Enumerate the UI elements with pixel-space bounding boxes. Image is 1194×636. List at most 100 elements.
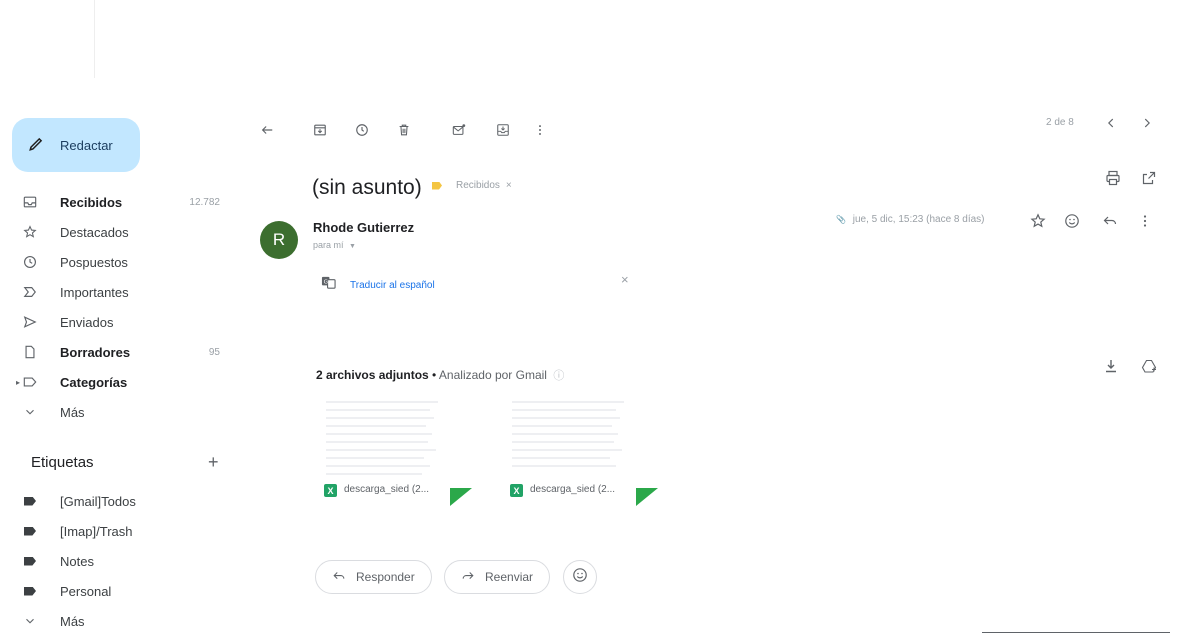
divider [982, 632, 1170, 633]
sidebar-item-label: Importantes [60, 284, 129, 300]
info-icon[interactable]: ⓘ [553, 370, 564, 382]
sender-name: Rhode Gutierrez [313, 220, 415, 235]
attachments-header: 2 archivos adjuntos • Analizado por Gmai… [316, 367, 564, 383]
pager-text: 2 de 8 [1046, 117, 1074, 128]
emoji-reaction-icon[interactable] [1063, 212, 1081, 230]
star-icon[interactable] [1029, 212, 1047, 230]
star-icon [22, 224, 38, 240]
label-chip-text: Recibidos [456, 180, 500, 191]
clock-icon [22, 254, 38, 270]
archive-icon[interactable] [311, 121, 329, 139]
spreadsheet-thumbnail [326, 401, 438, 475]
important-icon [22, 284, 38, 300]
compose-button[interactable]: Redactar [12, 118, 140, 172]
snooze-icon[interactable] [353, 121, 371, 139]
sheets-corner-icon [636, 488, 658, 506]
mark-unread-icon[interactable] [450, 121, 468, 139]
chevron-left-icon[interactable] [1102, 114, 1120, 132]
reply-icon [332, 569, 346, 586]
move-to-icon[interactable] [494, 121, 512, 139]
spreadsheet-thumbnail [512, 401, 624, 467]
label-important-icon [432, 181, 442, 190]
label-name: [Imap]/Trash [60, 523, 133, 539]
label-tag-icon [22, 523, 38, 539]
label-name: [Gmail]Todos [60, 493, 136, 509]
attachment-card[interactable]: X descarga_sied (2... [318, 396, 472, 506]
chevron-down-icon [22, 404, 38, 420]
recipient-text: para mí [313, 240, 344, 250]
add-to-drive-icon[interactable] [1140, 357, 1158, 375]
excel-file-icon: X [510, 484, 523, 497]
label-tag-icon [22, 583, 38, 599]
label-outline-icon [22, 374, 38, 390]
attachments-separator: • [428, 368, 439, 382]
attachment-clip-icon: 📎 [836, 215, 846, 224]
label-tag-icon [22, 553, 38, 569]
attachments-scan-text: Analizado por Gmail [438, 368, 547, 382]
translate-link[interactable]: Traducir al español [350, 280, 435, 291]
back-arrow-icon[interactable] [258, 121, 276, 139]
label-item-gmail-todos[interactable]: [Gmail]Todos [22, 489, 232, 513]
chevron-right-icon[interactable] [1138, 114, 1156, 132]
sidebar-item-label: Borradores [60, 344, 131, 360]
expand-arrow-icon[interactable]: ▸ [16, 378, 20, 387]
excel-file-icon: X [324, 484, 337, 497]
recipient-dropdown[interactable]: para mí ▼ [313, 240, 356, 250]
svg-text:G: G [324, 279, 328, 285]
add-label-button[interactable]: + [208, 452, 219, 473]
reply-button[interactable]: Responder [315, 560, 432, 594]
sheets-corner-icon [450, 488, 472, 506]
labels-more[interactable]: Más [22, 609, 232, 633]
label-item-notes[interactable]: Notes [22, 549, 232, 573]
unread-count: 12.782 [189, 196, 220, 208]
inbox-icon [22, 194, 38, 210]
sidebar-item-label: Más [60, 404, 85, 420]
reply-label: Responder [356, 570, 415, 584]
label-chip-close-icon[interactable]: × [506, 180, 512, 191]
caret-down-icon: ▼ [349, 243, 356, 250]
attachment-filename: descarga_sied (2... [344, 484, 430, 495]
sidebar-item-sent[interactable]: Enviados [22, 310, 232, 334]
reply-icon[interactable] [1101, 212, 1119, 230]
emoji-icon [572, 567, 588, 588]
sidebar-item-label: Pospuestos [60, 254, 128, 270]
more-vert-icon[interactable] [1136, 212, 1154, 230]
forward-button[interactable]: Reenviar [444, 560, 551, 594]
sidebar-item-label: Destacados [60, 224, 129, 240]
send-icon [22, 314, 38, 330]
label-name: Notes [60, 553, 94, 569]
print-icon[interactable] [1104, 169, 1122, 187]
label-tag-icon [22, 493, 38, 509]
sidebar-item-label: Recibidos [60, 194, 123, 210]
sidebar-item-snoozed[interactable]: Pospuestos [22, 250, 232, 274]
open-in-new-window-icon[interactable] [1140, 169, 1158, 187]
attachments-count: 2 archivos adjuntos [316, 368, 429, 382]
labels-more-label: Más [60, 613, 85, 629]
label-item-personal[interactable]: Personal [22, 579, 232, 603]
emoji-reaction-button[interactable] [563, 560, 597, 594]
label-item-imap-trash[interactable]: [Imap]/Trash [22, 519, 232, 543]
sidebar-item-drafts[interactable]: Borradores 95 [22, 340, 232, 364]
delete-icon[interactable] [395, 121, 413, 139]
forward-label: Reenviar [485, 570, 534, 584]
sidebar-item-categories[interactable]: ▸ Categorías [16, 370, 232, 394]
sidebar-item-starred[interactable]: Destacados [22, 220, 232, 244]
drafts-count: 95 [208, 346, 220, 358]
download-all-icon[interactable] [1102, 357, 1120, 375]
more-vert-icon[interactable] [531, 121, 549, 139]
sidebar-item-inbox[interactable]: Recibidos 12.782 [22, 190, 232, 214]
draft-icon [22, 344, 38, 360]
sidebar-item-more[interactable]: Más [22, 400, 232, 424]
sidebar-item-label: Categorías [60, 374, 128, 390]
sender-avatar[interactable]: R [260, 221, 298, 259]
forward-icon [461, 569, 475, 586]
inbox-label-chip[interactable]: Recibidos × [432, 180, 512, 191]
attachment-filename: descarga_sied (2... [530, 484, 616, 495]
attachment-card[interactable]: X descarga_sied (2... [504, 396, 658, 506]
sidebar-item-label: Enviados [60, 314, 114, 330]
sidebar-item-important[interactable]: Importantes [22, 280, 232, 304]
email-subject: (sin asunto) [312, 176, 422, 199]
close-icon[interactable]: × [621, 272, 629, 287]
compose-label: Redactar [60, 137, 113, 153]
divider [94, 0, 95, 78]
